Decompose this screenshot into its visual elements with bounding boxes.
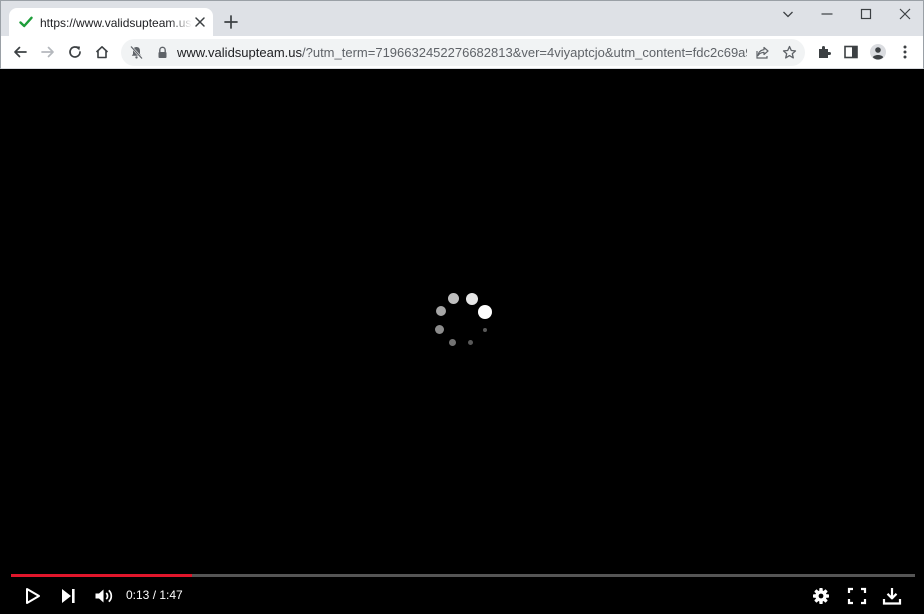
time-separator: / (149, 588, 160, 602)
duration: 1:47 (159, 588, 183, 602)
close-icon[interactable] (898, 7, 912, 21)
forward-arrow-icon[interactable] (40, 44, 56, 60)
tab-close-icon[interactable] (193, 15, 207, 29)
maximize-icon[interactable] (859, 7, 873, 21)
bookmark-star-icon[interactable] (782, 45, 797, 60)
notifications-muted-icon[interactable] (129, 45, 144, 60)
reload-icon[interactable] (67, 44, 83, 60)
profile-avatar-icon[interactable] (870, 44, 886, 60)
settings-gear-icon[interactable] (811, 587, 831, 605)
current-time: 0:13 (126, 588, 150, 602)
loading-spinner (431, 290, 495, 350)
home-icon[interactable] (94, 44, 110, 60)
lock-icon[interactable] (155, 45, 170, 60)
share-icon[interactable] (755, 45, 770, 60)
fullscreen-icon[interactable] (847, 587, 867, 605)
tab-strip: https://www.validsupteam.us/?utm_term=71… (0, 0, 924, 37)
video-player[interactable]: 0:13 / 1:47 (1, 69, 923, 614)
side-panel-icon[interactable] (843, 44, 859, 60)
url-host: www.validsupteam.us (177, 45, 302, 60)
minimize-icon[interactable] (820, 7, 834, 21)
kebab-menu-icon[interactable] (897, 44, 913, 60)
time-display: 0:13 / 1:47 (126, 588, 183, 604)
extensions-puzzle-icon[interactable] (816, 44, 832, 60)
back-arrow-icon[interactable] (12, 44, 28, 60)
green-check-icon (19, 16, 33, 28)
progress-played (11, 574, 192, 577)
volume-icon[interactable] (94, 587, 114, 605)
url-path: /?utm_term=7196632452276682813&ver=4viya… (302, 45, 747, 60)
browser-toolbar: www.validsupteam.us/?utm_term=7196632452… (0, 36, 924, 69)
play-icon[interactable] (22, 587, 42, 605)
progress-bar[interactable] (11, 574, 915, 577)
tab-title: https://www.validsupteam.us/?utm_term=71… (40, 16, 192, 30)
download-icon[interactable] (882, 587, 902, 605)
chevron-down-icon[interactable] (781, 7, 795, 21)
url-text[interactable]: www.validsupteam.us/?utm_term=7196632452… (177, 45, 747, 61)
next-icon[interactable] (58, 587, 78, 605)
address-bar[interactable]: www.validsupteam.us/?utm_term=7196632452… (121, 39, 805, 66)
new-tab-icon[interactable] (223, 14, 239, 30)
browser-tab[interactable]: https://www.validsupteam.us/?utm_term=71… (9, 8, 213, 37)
